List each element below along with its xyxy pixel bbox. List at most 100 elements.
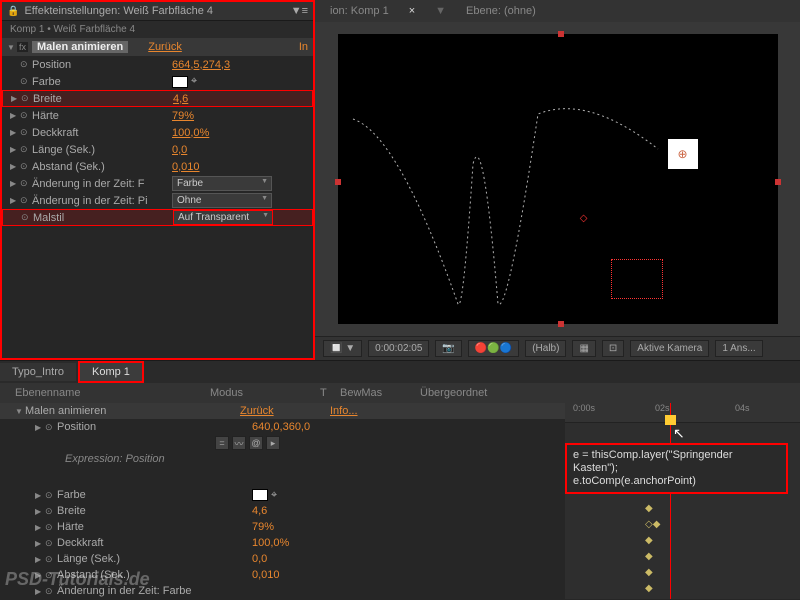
stopwatch-icon[interactable]: ⊙ xyxy=(20,127,32,138)
expression-editor[interactable]: e = thisComp.layer("Springender Kasten")… xyxy=(565,443,788,494)
property-row[interactable]: ⊙Farbe⌖ xyxy=(2,73,313,90)
property-row[interactable]: ▶⊙Länge (Sek.)0,0 xyxy=(2,141,313,158)
expr-pickwhip-icon[interactable]: @ xyxy=(249,436,263,450)
channels-icon[interactable]: 🔴🟢🔵 xyxy=(468,340,519,357)
camera-dropdown[interactable]: Aktive Kamera xyxy=(630,340,709,357)
property-row[interactable]: ▶⊙Breite4,6 xyxy=(2,90,313,107)
col-t[interactable]: T xyxy=(320,387,340,399)
timeline-property-row[interactable]: ▶⊙Breite4,6 xyxy=(0,503,565,519)
stopwatch-icon[interactable]: ⊙ xyxy=(20,195,32,206)
property-value[interactable]: 100,0% xyxy=(252,537,289,549)
effect-header[interactable]: ▼ fx Malen animieren Zurück In xyxy=(2,38,313,56)
eyedropper-icon[interactable]: ⌖ xyxy=(271,489,277,502)
time-ruler[interactable]: 0:00s 02s 04s xyxy=(565,403,800,423)
expr-menu-icon[interactable]: ▸ xyxy=(266,436,280,450)
property-value[interactable]: 0,0 xyxy=(252,553,267,565)
stopwatch-icon[interactable]: ⊙ xyxy=(21,212,33,223)
property-value[interactable]: 79% xyxy=(252,521,274,533)
stopwatch-icon[interactable]: ⊙ xyxy=(45,490,57,501)
info-link[interactable]: In xyxy=(299,41,308,53)
tab-typo-intro[interactable]: Typo_Intro xyxy=(0,363,76,381)
stopwatch-icon[interactable]: ⊙ xyxy=(20,161,32,172)
property-value[interactable]: 0,0 xyxy=(172,144,187,156)
fx-badge[interactable]: fx xyxy=(17,42,28,52)
lock-icon[interactable]: 🔒 xyxy=(7,6,19,17)
layer-row[interactable]: ▼ Malen animieren Zurück Info... xyxy=(0,403,565,419)
property-value[interactable]: 4,6 xyxy=(252,505,267,517)
col-mode[interactable]: Modus xyxy=(210,387,320,399)
triangle-icon[interactable]: ▶ xyxy=(11,94,21,103)
property-row[interactable]: ⊙Position664,5,274,3 xyxy=(2,56,313,73)
viewer-tab-layer[interactable]: Ebene: (ohne) xyxy=(466,5,536,17)
property-value[interactable]: 79% xyxy=(172,110,194,122)
triangle-icon[interactable]: ▶ xyxy=(10,145,20,154)
viewer-tab-comp[interactable]: ion: Komp 1 xyxy=(330,5,389,17)
keyframe-icon[interactable]: ◆ xyxy=(645,583,653,594)
keyframe-icon[interactable]: ◆ xyxy=(645,535,653,546)
stopwatch-icon[interactable]: ⊙ xyxy=(20,76,32,87)
property-value[interactable]: 640,0,360,0 xyxy=(252,421,310,433)
reset-link[interactable]: Zurück xyxy=(240,405,274,417)
time-column[interactable]: 0:00s 02s 04s ↖ e = thisComp.layer("Spri… xyxy=(565,403,800,599)
triangle-icon[interactable]: ▶ xyxy=(35,491,45,500)
property-value[interactable]: 4,6 xyxy=(173,93,188,105)
property-row[interactable]: ▶⊙Härte79% xyxy=(2,107,313,124)
property-value[interactable]: 0,010 xyxy=(252,569,280,581)
panel-menu-icon[interactable]: ▼≡ xyxy=(291,5,308,17)
triangle-icon[interactable]: ▶ xyxy=(10,162,20,171)
property-value[interactable]: 100,0% xyxy=(172,127,209,139)
stopwatch-icon[interactable]: ⊙ xyxy=(20,110,32,121)
expr-toggle-icon[interactable]: = xyxy=(215,436,229,450)
property-value[interactable]: 0,010 xyxy=(172,161,200,173)
triangle-icon[interactable]: ▶ xyxy=(10,196,20,205)
stopwatch-icon[interactable]: ⊙ xyxy=(45,522,57,533)
snapshot-icon[interactable]: 📷 xyxy=(435,340,461,357)
composition-view[interactable]: ◇ xyxy=(338,34,778,324)
triangle-icon[interactable]: ▶ xyxy=(35,523,45,532)
stopwatch-icon[interactable]: ⊙ xyxy=(45,538,57,549)
mask-icon[interactable]: ⊡ xyxy=(602,340,624,357)
keyframe-icon[interactable]: ◆ xyxy=(645,567,653,578)
stopwatch-icon[interactable]: ⊙ xyxy=(45,422,57,433)
property-row[interactable]: ▶⊙Änderung in der Zeit: PiOhne xyxy=(2,192,313,209)
triangle-icon[interactable]: ▶ xyxy=(10,179,20,188)
triangle-icon[interactable]: ▼ xyxy=(15,407,25,416)
col-mask[interactable]: BewMas xyxy=(340,387,420,399)
dropdown[interactable]: Farbe xyxy=(172,176,272,191)
property-value[interactable]: 664,5,274,3 xyxy=(172,59,230,71)
keyframe-icon[interactable]: ◆ xyxy=(645,503,653,514)
timeline-property-row[interactable]: ▶⊙Position640,0,360,0 xyxy=(0,419,565,435)
triangle-icon[interactable]: ▶ xyxy=(10,128,20,137)
quality-dropdown[interactable]: (Halb) xyxy=(525,340,566,357)
zoom-dropdown[interactable]: 🔲 ▼ xyxy=(323,340,362,357)
stopwatch-icon[interactable]: ⊙ xyxy=(45,506,57,517)
dropdown[interactable]: Ohne xyxy=(172,193,272,208)
timeline-property-row[interactable]: ▶⊙Länge (Sek.)0,0 xyxy=(0,551,565,567)
property-row[interactable]: ▶⊙Abstand (Sek.)0,010 xyxy=(2,158,313,175)
triangle-icon[interactable]: ▶ xyxy=(35,507,45,516)
info-link[interactable]: Info... xyxy=(330,405,358,417)
keyframe-icon[interactable]: ◆ xyxy=(645,551,653,562)
timeline-property-row[interactable]: ▶⊙Härte79% xyxy=(0,519,565,535)
stopwatch-icon[interactable]: ⊙ xyxy=(45,554,57,565)
tab-komp-1[interactable]: Komp 1 xyxy=(78,361,144,383)
stopwatch-icon[interactable]: ⊙ xyxy=(20,144,32,155)
expr-graph-icon[interactable]: 〰 xyxy=(232,436,246,450)
timeline-property-row[interactable]: ▶⊙Farbe⌖ xyxy=(0,487,565,503)
col-parent[interactable]: Übergeordnet xyxy=(420,387,550,399)
triangle-icon[interactable]: ▶ xyxy=(10,111,20,120)
triangle-icon[interactable]: ▶ xyxy=(35,555,45,564)
dropdown[interactable]: Auf Transparent xyxy=(173,210,273,225)
stopwatch-icon[interactable]: ⊙ xyxy=(20,178,32,189)
color-swatch[interactable] xyxy=(252,489,268,501)
property-row[interactable]: ▶⊙Deckkraft100,0% xyxy=(2,124,313,141)
timecode[interactable]: 0:00:02:05 xyxy=(368,340,429,357)
triangle-icon[interactable]: ▶ xyxy=(35,539,45,548)
playhead[interactable] xyxy=(670,403,671,599)
canvas[interactable]: ◇ xyxy=(315,22,800,336)
timeline-property-row[interactable]: ▶⊙Deckkraft100,0% xyxy=(0,535,565,551)
stopwatch-icon[interactable]: ⊙ xyxy=(21,93,33,104)
col-name[interactable]: Ebenenname xyxy=(0,387,210,399)
stopwatch-icon[interactable]: ⊙ xyxy=(20,59,32,70)
triangle-icon[interactable]: ▼ xyxy=(7,43,17,52)
